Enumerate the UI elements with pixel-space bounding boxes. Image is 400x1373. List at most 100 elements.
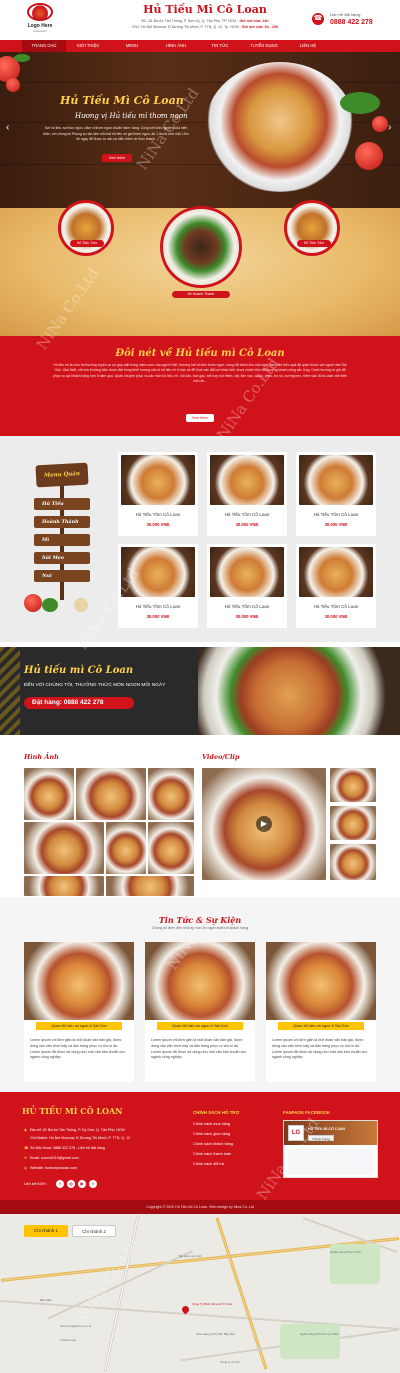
news-card[interactable]: Quán Hủ tiếu mì ngon ở Sài Gòn Lorem ips… — [266, 942, 376, 1082]
product-name[interactable]: Hủ Tiếu Tôm Cô Loan — [207, 604, 287, 609]
site-logo[interactable]: Logo Here restaurant — [22, 3, 58, 37]
site-header: Logo Here restaurant Hủ Tiếu Mì Cô Loan … — [0, 0, 400, 40]
menu-item-sui-meo[interactable]: Sủi Mẹo — [34, 552, 90, 564]
product-image[interactable] — [299, 455, 373, 505]
fb-page-name[interactable]: HỦ TIẾU MÌ CÔ LOAN — [308, 1127, 345, 1131]
about-description: Hủ tiếu mì là món ăn thường xuyên có sự … — [52, 363, 348, 384]
product-card[interactable]: Hủ Tiếu Tôm Cô Loan 30.000 VNĐ — [296, 452, 376, 536]
gallery-photo[interactable] — [148, 768, 194, 820]
footer-email[interactable]: ✉ Email: suomi2019@gmail.com — [24, 1156, 79, 1160]
map-embed[interactable]: Tập Hoá Lan Anh Nghĩa trang Phúc Trình B… — [0, 1214, 400, 1373]
news-card[interactable]: Quán Hủ tiếu mì ngon ở Sài Gòn Lorem ips… — [24, 942, 134, 1082]
product-card[interactable]: Hủ Tiếu Tôm Cô Loan 30.000 VNĐ — [296, 544, 376, 628]
policy-link[interactable]: Chính sách khách hàng — [193, 1142, 233, 1146]
site-title: Hủ Tiếu Mì Cô Loan — [143, 3, 267, 16]
youtube-icon[interactable]: ▶ — [78, 1180, 86, 1188]
product-card[interactable]: Hủ Tiếu Tôm Cô Loan 30.000 VNĐ — [207, 452, 287, 536]
news-card[interactable]: Quán Hủ tiếu mì ngon ở Sài Gòn Lorem ips… — [145, 942, 255, 1082]
news-caption[interactable]: Quán Hủ tiếu mì ngon ở Sài Gòn — [36, 1022, 122, 1030]
dish-circle-image[interactable] — [58, 200, 114, 256]
news-caption[interactable]: Quán Hủ tiếu mì ngon ở Sài Gòn — [157, 1022, 243, 1030]
product-name[interactable]: Hủ Tiếu Tôm Cô Loan — [296, 512, 376, 517]
wood-plank — [0, 82, 400, 83]
hotline-label: Liên hệ đặt hàng: — [330, 12, 361, 17]
policy-link[interactable]: Chính sách mua hàng — [193, 1122, 230, 1126]
policy-link[interactable]: Chính sách giao hàng — [193, 1132, 230, 1136]
video-thumbnail[interactable] — [330, 844, 376, 880]
map-label: Nghĩa trang Phúc Trình — [330, 1250, 362, 1254]
nav-recruitment[interactable]: Tuyển dụng — [242, 40, 286, 52]
menu-item-mi[interactable]: Mì — [34, 534, 90, 546]
gallery-photo[interactable] — [76, 768, 146, 820]
nav-menu[interactable]: Menu — [110, 40, 154, 52]
product-image[interactable] — [121, 455, 195, 505]
hero-bowl-image — [205, 62, 355, 192]
nav-gallery[interactable]: Hình ảnh — [154, 40, 198, 52]
hero-more-button[interactable]: Xem thêm — [102, 154, 132, 162]
footer-website[interactable]: ◍ Website: huteumycoloan.com — [24, 1166, 77, 1170]
slider-next-icon[interactable]: › — [388, 122, 391, 133]
menu-item-nui[interactable]: Nui — [34, 570, 90, 582]
policy-link[interactable]: Chính sách đổi trả — [193, 1162, 224, 1166]
hero-title: Hủ Tiếu Mì Cô Loan — [60, 94, 184, 107]
nav-news[interactable]: Tin tức — [198, 40, 242, 52]
gallery-photo[interactable] — [106, 822, 146, 874]
product-image[interactable] — [299, 547, 373, 597]
gallery-photo[interactable] — [106, 876, 194, 896]
gallery-photo[interactable] — [24, 876, 104, 896]
header-hotline[interactable]: ☎ Liên hệ đặt hàng: 0888 422 278 — [312, 11, 392, 31]
product-name[interactable]: Hủ Tiếu Tôm Cô Loan — [296, 604, 376, 609]
nav-home[interactable]: Trang chủ — [22, 40, 66, 52]
about-more-button[interactable]: Xem thêm — [186, 414, 214, 422]
promo-order-phone[interactable]: Đặt hàng: 0888 422 278 — [24, 697, 134, 709]
news-image[interactable] — [145, 942, 255, 1020]
news-image[interactable] — [266, 942, 376, 1020]
facebook-icon[interactable]: f — [56, 1180, 64, 1188]
news-excerpt: Lorem ipsum chỉ đơn giản là một đoạn văn… — [151, 1038, 247, 1060]
hero-slider: Hủ Tiếu Mì Cô Loan Hương vị Hủ tiếu mì t… — [0, 52, 400, 208]
gallery-photo[interactable] — [24, 768, 74, 820]
product-card[interactable]: Hủ Tiếu Tôm Cô Loan 30.000 VNĐ — [118, 452, 198, 536]
branch-tab-1[interactable]: Chi nhánh 1 — [24, 1225, 68, 1237]
herb-image — [42, 598, 58, 612]
product-price: 30.000 VNĐ — [324, 522, 348, 527]
play-icon[interactable]: ▶ — [256, 816, 272, 832]
facebook-page-widget[interactable]: LG HỦ TIẾU MÌ CÔ LOAN f Thích Trang — [283, 1120, 378, 1178]
menu-item-hoanh-thanh[interactable]: Hoành Thánh — [34, 516, 90, 528]
product-name[interactable]: Hủ Tiếu Tôm Cô Loan — [118, 512, 198, 517]
policy-title: CHÍNH SÁCH HỖ TRỢ — [193, 1110, 240, 1115]
product-name[interactable]: Hủ Tiếu Tôm Cô Loan — [207, 512, 287, 517]
news-image[interactable] — [24, 942, 134, 1020]
about-title: Đôi nét về Hủ tiếu mì Cô Loan — [115, 348, 285, 359]
news-caption[interactable]: Quán Hủ tiếu mì ngon ở Sài Gòn — [278, 1022, 364, 1030]
slider-prev-icon[interactable]: ‹ — [6, 122, 9, 133]
gallery-photo[interactable] — [148, 822, 194, 874]
fb-feed-preview — [288, 1149, 373, 1175]
menu-item-hu-tieu[interactable]: Hủ Tiếu — [34, 498, 90, 510]
branch-tab-2[interactable]: Chi nhánh 2 — [72, 1225, 116, 1237]
nav-contact[interactable]: Liên hệ — [286, 40, 330, 52]
instagram-icon[interactable]: ◎ — [67, 1180, 75, 1188]
twitter-icon[interactable]: t — [89, 1180, 97, 1188]
product-price: 30.000 VNĐ — [235, 614, 259, 619]
policy-link[interactable]: Chính sách thanh toán — [193, 1152, 231, 1156]
product-name[interactable]: Hủ Tiếu Tôm Cô Loan — [118, 604, 198, 609]
dish-circle-label: Hủ Tiếu Tôm — [297, 240, 331, 247]
product-image[interactable] — [210, 455, 284, 505]
video-thumbnail[interactable] — [330, 806, 376, 840]
news-excerpt: Lorem ipsum chỉ đơn giản là một đoạn văn… — [30, 1038, 126, 1060]
map-label: Công ty cơ khí — [220, 1360, 240, 1364]
news-title: Tin Tức & Sự Kiện — [158, 915, 242, 925]
video-thumbnail[interactable] — [330, 768, 376, 802]
product-image[interactable] — [121, 547, 195, 597]
fb-like-button[interactable]: f Thích Trang — [308, 1135, 334, 1141]
nav-about[interactable]: Giới thiệu — [66, 40, 110, 52]
footer-phone: ☎ Số điện thoại: 0888 422 278 - Liên hệ đ… — [24, 1146, 105, 1150]
product-card[interactable]: Hủ Tiếu Tôm Cô Loan 30.000 VNĐ — [118, 544, 198, 628]
dish-circle-image[interactable] — [284, 200, 340, 256]
product-card[interactable]: Hủ Tiếu Tôm Cô Loan 30.000 VNĐ — [207, 544, 287, 628]
dish-circle-label: Mì Hoành Thánh — [172, 291, 230, 298]
gallery-photo[interactable] — [24, 822, 104, 874]
dish-circle-image[interactable] — [160, 206, 242, 288]
product-image[interactable] — [210, 547, 284, 597]
